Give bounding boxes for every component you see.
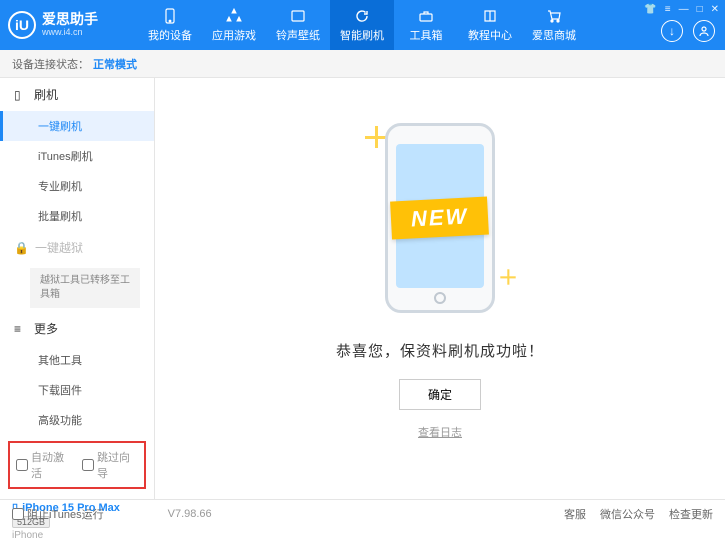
logo-icon: iU [8,11,36,39]
sidebar-item-download[interactable]: 下载固件 [0,375,154,405]
sidebar-group-flash[interactable]: ▯ 刷机 [0,78,154,111]
skin-icon[interactable]: 👕 [644,4,656,15]
app-url: www.i4.cn [42,28,98,38]
apps-icon [225,7,243,25]
close-icon[interactable]: ✕ [711,4,719,15]
jailbreak-note: 越狱工具已转移至工具箱 [30,268,140,308]
sidebar-item-other[interactable]: 其他工具 [0,345,154,375]
logo: iU 爱思助手 www.i4.cn [8,11,138,39]
success-illustration: NEW [355,118,525,318]
sidebar-item-batch[interactable]: 批量刷机 [0,201,154,231]
nav-flash[interactable]: 智能刷机 [330,0,394,50]
new-badge: NEW [390,196,489,239]
success-message: 恭喜您，保资料刷机成功啦！ [336,340,544,361]
toolbox-icon [417,7,435,25]
footer-support[interactable]: 客服 [564,506,586,522]
nav-tutorial[interactable]: 教程中心 [458,0,522,50]
nav-store[interactable]: 爱思商城 [522,0,586,50]
refresh-icon [353,7,371,25]
ok-button[interactable]: 确定 [399,379,481,410]
download-button[interactable]: ↓ [661,20,683,42]
lock-icon: 🔒 [14,241,29,255]
options-box: 自动激活 跳过向导 [8,441,146,489]
sidebar-item-advanced[interactable]: 高级功能 [0,405,154,435]
app-title: 爱思助手 [42,12,98,27]
status-label: 设备连接状态： [12,56,89,72]
sidebar-item-oneclick[interactable]: 一键刷机 [0,111,154,141]
checkbox-skip-guide[interactable]: 跳过向导 [82,449,138,481]
version-label: V7.98.66 [168,508,212,520]
image-icon [289,7,307,25]
menu-icon[interactable]: ≡ [665,4,671,15]
view-log-link[interactable]: 查看日志 [418,424,462,440]
status-value: 正常模式 [93,56,137,72]
nav-apps[interactable]: 应用游戏 [202,0,266,50]
maximize-icon[interactable]: □ [697,4,703,15]
minimize-icon[interactable]: — [679,4,689,15]
main-panel: NEW 恭喜您，保资料刷机成功啦！ 确定 查看日志 [155,78,725,499]
sidebar-group-jailbreak: 🔒 一键越狱 [0,231,154,264]
device-type: iPhone [12,530,142,541]
cart-icon [545,7,563,25]
top-nav: 我的设备 应用游戏 铃声壁纸 智能刷机 工具箱 教程中心 爱思商城 [138,0,586,50]
nav-my-device[interactable]: 我的设备 [138,0,202,50]
sidebar-item-pro[interactable]: 专业刷机 [0,171,154,201]
checkbox-block-itunes[interactable]: 阻止iTunes运行 [12,506,104,522]
nav-toolbox[interactable]: 工具箱 [394,0,458,50]
window-controls: 👕 ≡ — □ ✕ [644,4,719,15]
sidebar: ▯ 刷机 一键刷机 iTunes刷机 专业刷机 批量刷机 🔒 一键越狱 越狱工具… [0,78,155,499]
sidebar-item-itunes[interactable]: iTunes刷机 [0,141,154,171]
user-button[interactable] [693,20,715,42]
footer-wechat[interactable]: 微信公众号 [600,506,655,522]
footer-update[interactable]: 检查更新 [669,506,713,522]
checkbox-auto-activate[interactable]: 自动激活 [16,449,72,481]
phone-icon [161,7,179,25]
phone-small-icon: ▯ [14,88,28,102]
status-bar: 设备连接状态： 正常模式 [0,50,725,78]
nav-ringtone[interactable]: 铃声壁纸 [266,0,330,50]
list-icon: ≡ [14,322,28,336]
app-header: iU 爱思助手 www.i4.cn 我的设备 应用游戏 铃声壁纸 智能刷机 工具… [0,0,725,50]
sidebar-group-more[interactable]: ≡ 更多 [0,312,154,345]
book-icon [481,7,499,25]
